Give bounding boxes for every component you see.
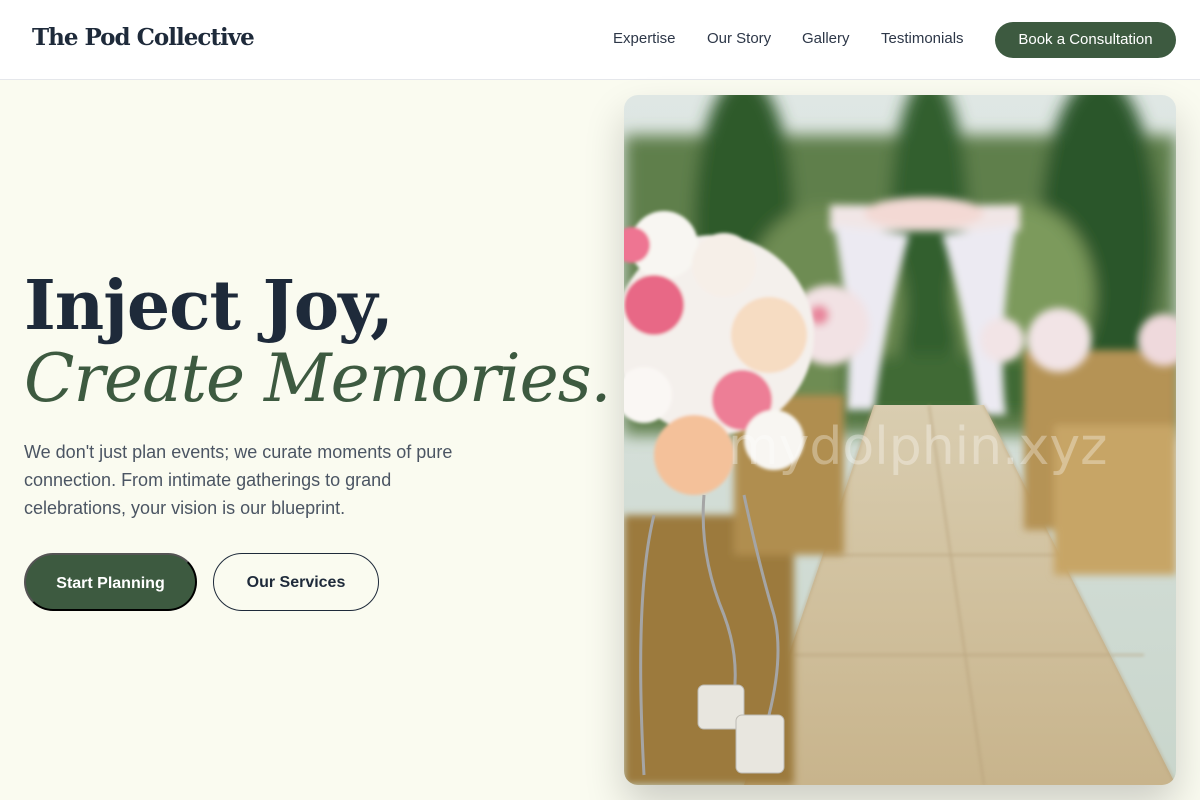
nav-link-gallery[interactable]: Gallery bbox=[802, 30, 850, 47]
nav-link-our-story[interactable]: Our Story bbox=[707, 30, 771, 47]
hero-headline-line1: Inject Joy, bbox=[24, 266, 394, 346]
hero-wedding-aisle-image: mydolphin.xyz bbox=[624, 95, 1176, 785]
nav-link-testimonials[interactable]: Testimonials bbox=[881, 30, 964, 47]
start-planning-button[interactable]: Start Planning bbox=[24, 553, 197, 611]
book-consultation-button[interactable]: Book a Consultation bbox=[995, 22, 1176, 58]
our-services-button[interactable]: Our Services bbox=[213, 553, 379, 611]
site-header: The Pod Collective Expertise Our Story G… bbox=[0, 0, 1200, 80]
hero-subtext: We don't just plan events; we curate mom… bbox=[24, 442, 453, 518]
brand-logo[interactable]: The Pod Collective bbox=[32, 24, 255, 51]
hero-headline-line2: Create Memories. bbox=[24, 340, 612, 417]
image-watermark: mydolphin.xyz bbox=[728, 417, 1108, 477]
nav-link-expertise[interactable]: Expertise bbox=[613, 30, 676, 47]
